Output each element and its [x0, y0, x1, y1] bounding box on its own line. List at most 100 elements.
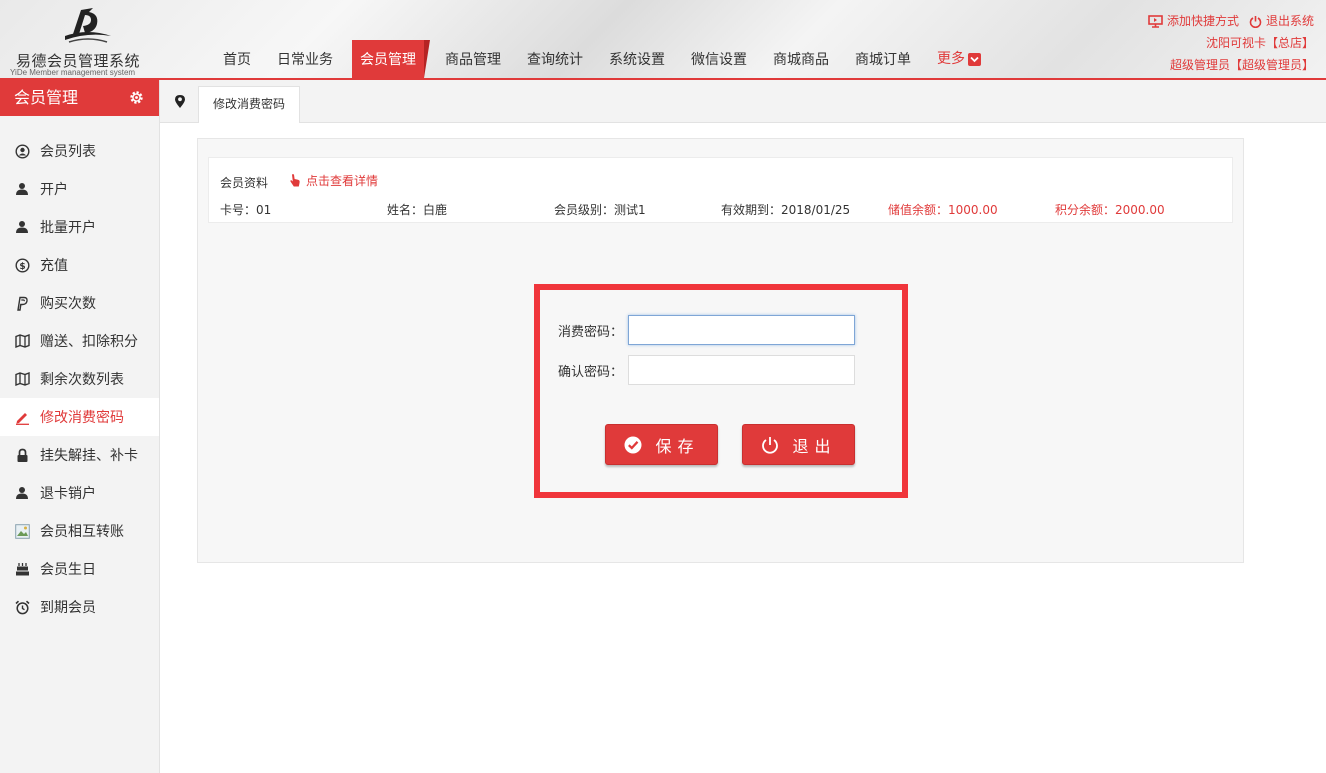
alarm-clock-icon — [14, 599, 30, 615]
sidebar-item-label: 修改消费密码 — [40, 410, 124, 426]
map-icon — [14, 371, 30, 387]
view-details-link[interactable]: 点击查看详情 — [289, 172, 378, 189]
password-input[interactable] — [628, 315, 855, 345]
nav-item-daily-business[interactable]: 日常业务 — [270, 40, 340, 78]
sidebar-item-report-loss[interactable]: 挂失解挂、补卡 — [0, 436, 159, 474]
sidebar: 会员管理 会员列表 开户 批量开户 $ 充值 购买次数 赠送、扣除积分 剩余次数… — [0, 80, 160, 773]
sidebar-item-recharge[interactable]: $ 充值 — [0, 246, 159, 284]
confirm-password-input[interactable] — [628, 355, 855, 385]
member-level: 会员级别：测试1 — [554, 203, 646, 217]
power-icon — [760, 435, 780, 455]
member-name: 姓名：白鹿 — [387, 203, 448, 217]
add-shortcut-label: 添加快捷方式 — [1166, 14, 1239, 28]
sidebar-item-cancel-card[interactable]: 退卡销户 — [0, 474, 159, 512]
logout-label: 退出系统 — [1265, 14, 1314, 28]
user-role: 超级管理员【超级管理员】 — [1169, 58, 1314, 72]
sidebar-item-open-account[interactable]: 开户 — [0, 170, 159, 208]
check-circle-icon — [623, 435, 643, 455]
monitor-icon — [1148, 14, 1163, 28]
save-label: 保存 — [655, 436, 700, 456]
picture-icon — [14, 523, 30, 539]
sidebar-item-member-birthday[interactable]: 会员生日 — [0, 550, 159, 588]
user-icon — [14, 485, 30, 501]
sidebar-item-member-list[interactable]: 会员列表 — [0, 132, 159, 170]
location-pin-icon — [175, 95, 185, 108]
user-panel: 添加快捷方式 退出系统 沈阳可视卡【总店】 超级管理员【超级管理员】 — [1148, 10, 1314, 76]
points-balance: 积分余额：2000.00 — [1055, 203, 1165, 217]
user-icon — [14, 219, 30, 235]
sidebar-item-label: 购买次数 — [40, 296, 96, 312]
nav-item-product-management[interactable]: 商品管理 — [438, 40, 508, 78]
nav-more-label: 更多 — [937, 51, 965, 67]
tab-change-password[interactable]: 修改消费密码 — [198, 86, 301, 123]
header: 易德会员管理系统 YiDe Member management system 首… — [0, 0, 1326, 80]
sidebar-item-change-password[interactable]: 修改消费密码 — [0, 398, 159, 436]
save-button[interactable]: 保存 — [605, 424, 718, 465]
sidebar-item-label: 批量开户 — [40, 220, 96, 236]
gear-icon[interactable] — [128, 89, 145, 106]
sidebar-item-label: 会员相互转账 — [40, 524, 124, 540]
store-name: 沈阳可视卡【总店】 — [1205, 36, 1314, 50]
nav-item-wechat-settings[interactable]: 微信设置 — [684, 40, 754, 78]
confirm-label: 确认密码： — [558, 364, 624, 380]
sidebar-item-label: 剩余次数列表 — [40, 372, 124, 388]
sidebar-item-label: 开户 — [40, 182, 68, 198]
sidebar-item-label: 赠送、扣除积分 — [40, 334, 138, 350]
paypal-icon — [14, 295, 30, 311]
nav-item-more[interactable]: 更多 — [930, 40, 988, 78]
power-icon — [1249, 15, 1262, 28]
sidebar-item-label: 充值 — [40, 258, 68, 274]
sidebar-item-buy-times[interactable]: 购买次数 — [0, 284, 159, 322]
tab-strip: 修改消费密码 — [160, 80, 1326, 123]
nav-item-home[interactable]: 首页 — [216, 40, 258, 78]
logout-link[interactable]: 退出系统 — [1249, 10, 1314, 32]
password-form: 消费密码： 确认密码： 保存 退出 — [534, 284, 908, 498]
sidebar-item-member-transfer[interactable]: 会员相互转账 — [0, 512, 159, 550]
cake-icon — [14, 561, 30, 577]
logo[interactable]: 易德会员管理系统 YiDe Member management system — [8, 4, 158, 77]
nav-item-mall-orders[interactable]: 商城订单 — [848, 40, 918, 78]
app-subtitle: YiDe Member management system — [10, 68, 136, 77]
sidebar-header: 会员管理 — [0, 80, 159, 116]
add-shortcut-link[interactable]: 添加快捷方式 — [1148, 10, 1239, 32]
member-info-title: 会员资料 — [220, 176, 269, 190]
sidebar-item-points[interactable]: 赠送、扣除积分 — [0, 322, 159, 360]
card-number: 卡号：01 — [220, 203, 272, 217]
confirm-row: 确认密码： — [558, 355, 855, 385]
sidebar-item-expired-members[interactable]: 到期会员 — [0, 588, 159, 626]
chevron-down-icon — [968, 52, 981, 66]
sidebar-item-label: 退卡销户 — [40, 486, 96, 502]
exit-label: 退出 — [792, 436, 837, 456]
content-panel: 会员资料 点击查看详情 卡号：01 姓名：白鹿 会员级别：测试1 有效期到：20… — [197, 138, 1244, 563]
password-row: 消费密码： — [558, 315, 855, 345]
lock-icon — [14, 447, 30, 463]
user-circle-icon — [14, 143, 30, 159]
stored-balance: 储值余额：1000.00 — [888, 203, 998, 217]
view-details-label: 点击查看详情 — [306, 174, 379, 188]
svg-text:$: $ — [19, 262, 25, 272]
sidebar-menu: 会员列表 开户 批量开户 $ 充值 购买次数 赠送、扣除积分 剩余次数列表 修改 — [0, 132, 159, 626]
nav-item-member-management[interactable]: 会员管理 — [352, 40, 430, 78]
nav-item-system-settings[interactable]: 系统设置 — [602, 40, 672, 78]
sidebar-item-remaining-times[interactable]: 剩余次数列表 — [0, 360, 159, 398]
main-nav: 首页 日常业务 会员管理 商品管理 查询统计 系统设置 微信设置 商城商品 商城… — [216, 40, 1000, 78]
sidebar-item-label: 会员生日 — [40, 562, 96, 578]
password-label: 消费密码： — [558, 324, 624, 340]
nav-item-query-stats[interactable]: 查询统计 — [520, 40, 590, 78]
sidebar-item-batch-open[interactable]: 批量开户 — [0, 208, 159, 246]
logo-icon — [65, 8, 111, 43]
hand-pointer-icon — [290, 174, 300, 187]
expiry-date: 有效期到：2018/01/25 — [721, 203, 851, 217]
exit-button[interactable]: 退出 — [742, 424, 855, 465]
pencil-icon — [14, 409, 30, 425]
sidebar-item-label: 挂失解挂、补卡 — [40, 448, 138, 464]
member-info-row: 卡号：01 姓名：白鹿 会员级别：测试1 有效期到：2018/01/25 储值余… — [220, 201, 1222, 218]
sidebar-item-label: 到期会员 — [40, 600, 96, 616]
map-icon — [14, 333, 30, 349]
nav-item-mall-products[interactable]: 商城商品 — [766, 40, 836, 78]
user-icon — [14, 181, 30, 197]
sidebar-item-label: 会员列表 — [40, 144, 96, 160]
sidebar-title: 会员管理 — [14, 88, 79, 107]
dollar-circle-icon: $ — [14, 257, 30, 273]
member-info-box: 会员资料 点击查看详情 卡号：01 姓名：白鹿 会员级别：测试1 有效期到：20… — [208, 157, 1233, 223]
